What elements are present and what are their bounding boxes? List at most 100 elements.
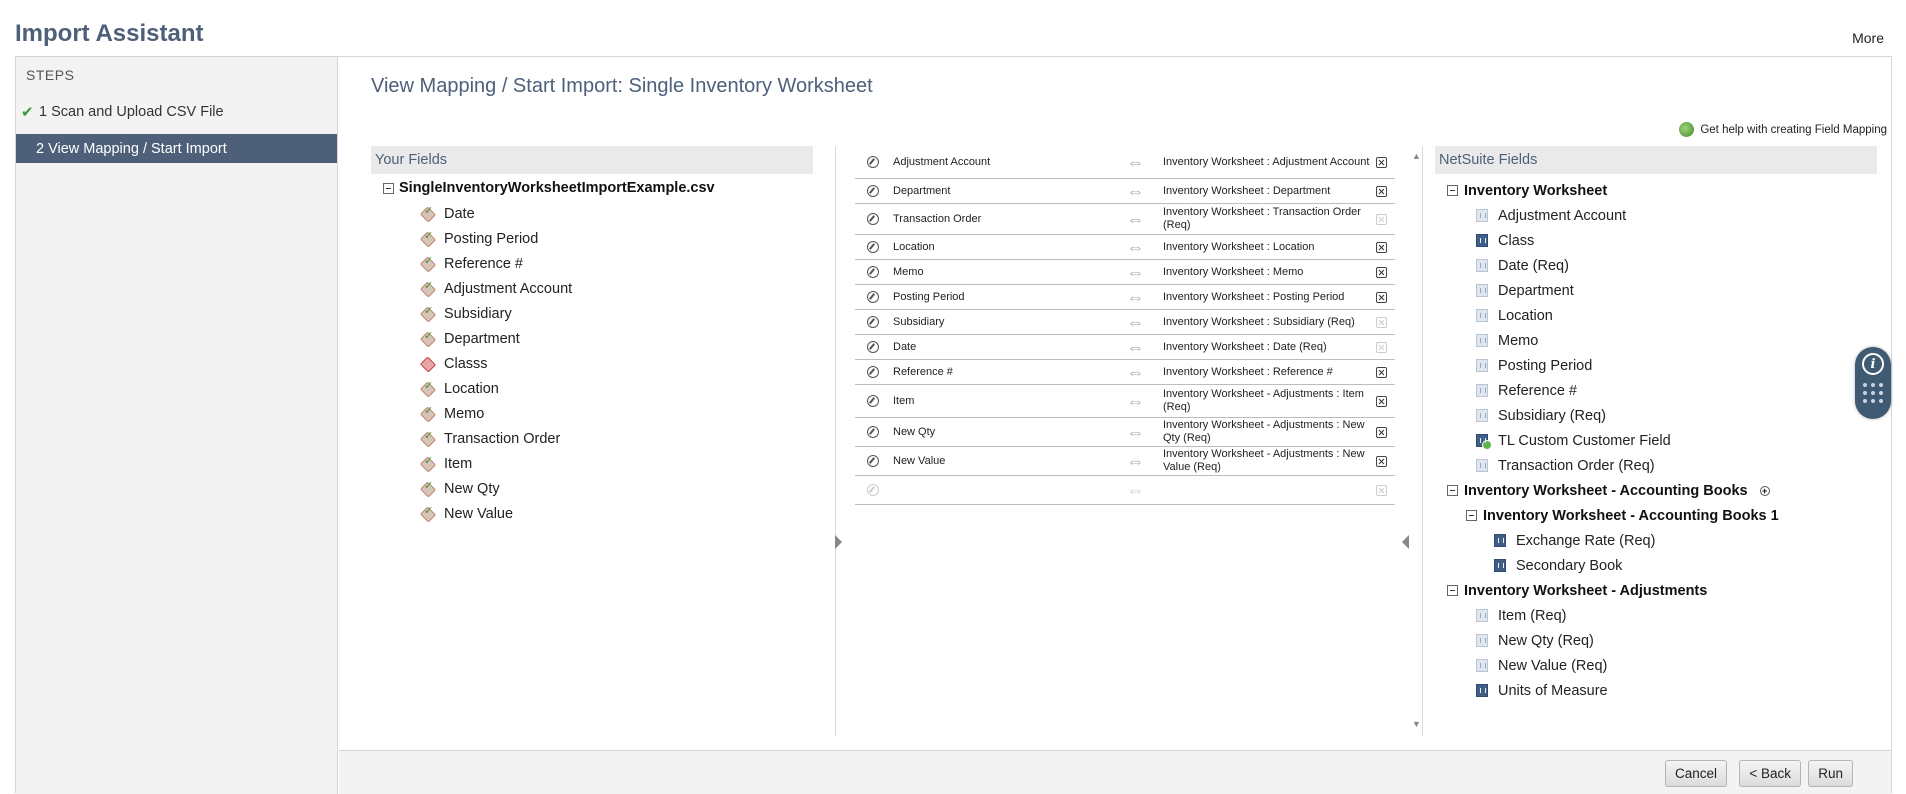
collapse-icon[interactable] — [1447, 485, 1458, 496]
apps-grid-icon[interactable] — [1862, 383, 1884, 403]
netsuite-field-item[interactable]: Subsidiary (Req) — [1435, 403, 1877, 428]
edit-mapping-icon[interactable] — [867, 395, 879, 407]
remove-mapping-icon[interactable] — [1376, 291, 1387, 303]
map-to-right-arrow-icon[interactable] — [835, 535, 842, 549]
field-mapping-list: Adjustment Account ⇔ Inventory Worksheet :… — [855, 146, 1395, 505]
netsuite-field-item[interactable]: Location — [1435, 303, 1877, 328]
your-field-item[interactable]: Department — [421, 326, 813, 351]
remove-mapping-icon[interactable] — [1376, 366, 1387, 378]
collapse-icon[interactable] — [1447, 185, 1458, 196]
edit-mapping-icon[interactable] — [867, 291, 879, 303]
step-scan-upload[interactable]: ✔ 1 Scan and Upload CSV File — [16, 97, 337, 126]
group-adjustments[interactable]: Inventory Worksheet - Adjustments — [1435, 578, 1877, 603]
checkmark-icon: ✔ — [21, 103, 34, 121]
netsuite-field-item[interactable]: Secondary Book — [1435, 553, 1877, 578]
your-field-item[interactable]: Subsidiary — [421, 301, 813, 326]
netsuite-field-item[interactable]: Date (Req) — [1435, 253, 1877, 278]
netsuite-field-item[interactable]: Item (Req) — [1435, 603, 1877, 628]
your-field-item[interactable]: New Qty — [421, 476, 813, 501]
mapping-source: Reference # — [893, 366, 953, 378]
field-mapping-help-link[interactable]: Get help with creating Field Mapping — [1679, 122, 1887, 137]
collapse-icon[interactable] — [1466, 510, 1477, 521]
run-button[interactable]: Run — [1808, 760, 1853, 787]
mapping-row[interactable]: Memo ⇔ Inventory Worksheet : Memo — [855, 260, 1395, 285]
remove-mapping-icon[interactable] — [1376, 266, 1387, 278]
group-accounting-books[interactable]: Inventory Worksheet - Accounting Books + — [1435, 478, 1877, 503]
side-help-widget[interactable]: i — [1855, 347, 1891, 419]
your-field-item[interactable]: Date — [421, 201, 813, 226]
mapped-tag-icon — [421, 279, 434, 295]
edit-mapping-icon[interactable] — [867, 426, 879, 438]
edit-mapping-icon[interactable] — [867, 316, 879, 328]
scroll-up-icon[interactable]: ▲ — [1412, 151, 1421, 161]
group-inventory-worksheet[interactable]: Inventory Worksheet — [1435, 178, 1877, 203]
edit-mapping-icon[interactable] — [867, 266, 879, 278]
mapping-target: Inventory Worksheet : Subsidiary (Req) — [1163, 315, 1355, 328]
netsuite-field-item[interactable]: Exchange Rate (Req) — [1435, 528, 1877, 553]
your-field-item[interactable]: Memo — [421, 401, 813, 426]
your-field-item[interactable]: Classs — [421, 351, 813, 376]
mapping-row[interactable]: Posting Period ⇔ Inventory Worksheet : Pos… — [855, 285, 1395, 310]
netsuite-field-item[interactable]: Reference # — [1435, 378, 1877, 403]
double-arrow-icon: ⇔ — [1126, 390, 1145, 411]
mapping-row-empty[interactable]: ⇔ — [855, 476, 1395, 505]
netsuite-field-item[interactable]: TL Custom Customer Field — [1435, 428, 1877, 453]
netsuite-field-item[interactable]: Memo — [1435, 328, 1877, 353]
mapping-row[interactable]: Reference # ⇔ Inventory Worksheet : Refere… — [855, 360, 1395, 385]
your-field-item[interactable]: Posting Period — [421, 226, 813, 251]
info-icon[interactable]: i — [1862, 353, 1884, 375]
mapping-row[interactable]: Department ⇔ Inventory Worksheet : Departm… — [855, 179, 1395, 204]
more-link[interactable]: More — [1852, 30, 1884, 46]
netsuite-field-item[interactable]: Department — [1435, 278, 1877, 303]
edit-mapping-icon[interactable] — [867, 213, 879, 225]
group-accounting-books-1[interactable]: Inventory Worksheet - Accounting Books 1 — [1435, 503, 1877, 528]
your-field-item[interactable]: Location — [421, 376, 813, 401]
step-view-mapping[interactable]: 2 View Mapping / Start Import — [16, 134, 337, 163]
netsuite-field-item[interactable]: Class — [1435, 228, 1877, 253]
double-arrow-icon: ⇔ — [1126, 311, 1145, 332]
remove-mapping-icon[interactable] — [1376, 156, 1387, 168]
mapping-row[interactable]: New Qty ⇔ Inventory Worksheet - Adjustment… — [855, 418, 1395, 447]
mapping-row[interactable]: New Value ⇔ Inventory Worksheet - Adjustme… — [855, 447, 1395, 476]
mapping-row[interactable]: Date ⇔ Inventory Worksheet : Date (Req) — [855, 335, 1395, 360]
csv-file-node[interactable]: SingleInventoryWorksheetImportExample.cs… — [383, 178, 813, 198]
edit-mapping-icon[interactable] — [867, 241, 879, 253]
map-to-left-arrow-icon[interactable] — [1402, 535, 1409, 549]
back-button[interactable]: < Back — [1739, 760, 1801, 787]
netsuite-field-item[interactable]: New Qty (Req) — [1435, 628, 1877, 653]
mapping-row[interactable]: Location ⇔ Inventory Worksheet : Location — [855, 235, 1395, 260]
mapping-row[interactable]: Adjustment Account ⇔ Inventory Worksheet :… — [855, 146, 1395, 179]
field-label: TL Custom Customer Field — [1498, 432, 1671, 449]
edit-mapping-icon[interactable] — [867, 366, 879, 378]
edit-mapping-icon[interactable] — [867, 156, 879, 168]
mapping-row[interactable]: Transaction Order ⇔ Inventory Worksheet : … — [855, 204, 1395, 235]
edit-mapping-icon[interactable] — [867, 341, 879, 353]
your-field-item[interactable]: New Value — [421, 501, 813, 526]
field-dark-icon — [1476, 234, 1488, 247]
remove-mapping-icon[interactable] — [1376, 426, 1387, 438]
netsuite-field-item[interactable]: Adjustment Account — [1435, 203, 1877, 228]
collapse-icon[interactable] — [1447, 585, 1458, 596]
collapse-icon[interactable] — [383, 182, 394, 194]
remove-mapping-icon[interactable] — [1376, 241, 1387, 253]
scroll-down-icon[interactable]: ▼ — [1412, 719, 1421, 729]
mapping-row[interactable]: Subsidiary ⇔ Inventory Worksheet : Subsidi… — [855, 310, 1395, 335]
mapping-source: Posting Period — [893, 291, 965, 303]
your-field-item[interactable]: Item — [421, 451, 813, 476]
group-accounting-books-fields: Exchange Rate (Req) Secondary Book — [1435, 528, 1877, 578]
add-sublist-icon[interactable]: + — [1759, 485, 1770, 496]
netsuite-field-item[interactable]: Posting Period — [1435, 353, 1877, 378]
cancel-button[interactable]: Cancel — [1664, 760, 1727, 787]
netsuite-field-item[interactable]: Units of Measure — [1435, 678, 1877, 703]
mapping-row[interactable]: Item ⇔ Inventory Worksheet - Adjustments :… — [855, 385, 1395, 418]
netsuite-field-item[interactable]: New Value (Req) — [1435, 653, 1877, 678]
remove-mapping-icon[interactable] — [1376, 185, 1387, 197]
your-field-item[interactable]: Reference # — [421, 251, 813, 276]
edit-mapping-icon[interactable] — [867, 455, 879, 467]
remove-mapping-icon[interactable] — [1376, 455, 1387, 467]
your-field-item[interactable]: Transaction Order — [421, 426, 813, 451]
your-field-item[interactable]: Adjustment Account — [421, 276, 813, 301]
edit-mapping-icon[interactable] — [867, 185, 879, 197]
remove-mapping-icon[interactable] — [1376, 395, 1387, 407]
netsuite-field-item[interactable]: Transaction Order (Req) — [1435, 453, 1877, 478]
